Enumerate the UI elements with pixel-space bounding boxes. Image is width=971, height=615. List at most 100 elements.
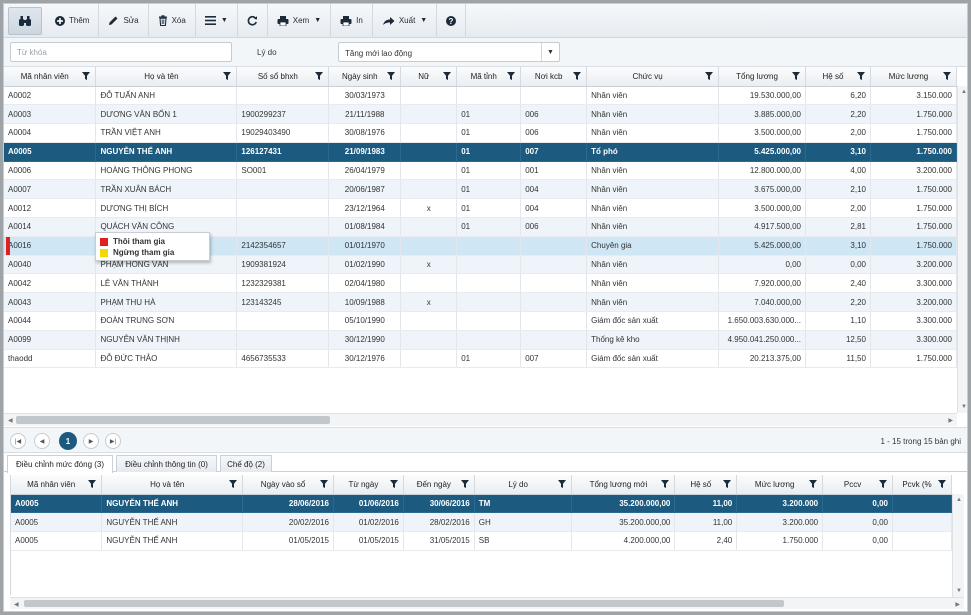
employees-column-header[interactable]: Họ và tên <box>95 67 238 87</box>
table-row[interactable]: A0042 LÊ VĂN THÀNH 1232329381 02/04/1980 Nhâ… <box>4 273 957 294</box>
adjustments-column-header[interactable]: Pccv <box>822 475 893 495</box>
scroll-down-icon[interactable]: ▼ <box>956 588 962 594</box>
adjustments-column-header[interactable]: Từ ngày <box>333 475 404 495</box>
employees-column-header[interactable]: Số sổ bhxh <box>236 67 330 87</box>
export-button[interactable]: Xuất ▼ <box>373 4 438 38</box>
view-button[interactable]: Xem ▼ <box>268 4 332 38</box>
employees-column-header[interactable]: Hệ số <box>805 67 871 87</box>
chevron-down-icon[interactable]: ▼ <box>541 43 559 61</box>
filter-icon[interactable] <box>223 72 232 82</box>
filter-icon[interactable] <box>661 480 670 490</box>
employee-grid-horizontal-scrollbar[interactable]: ◀ ▶ <box>4 413 957 426</box>
filter-icon[interactable] <box>443 72 452 82</box>
table-row[interactable]: A0006 HOÀNG THÔNG PHONG SO001 26/04/1979 01 0… <box>4 161 957 181</box>
adjustments-column-header[interactable]: Hệ số <box>674 475 738 495</box>
filter-icon[interactable] <box>792 72 801 82</box>
first-page-button[interactable]: |◀ <box>10 433 26 449</box>
add-button[interactable]: Thêm <box>46 4 100 38</box>
adjustments-column-header[interactable]: Mức lương <box>736 475 824 495</box>
adjustments-column-header[interactable]: Đến ngày <box>403 475 475 495</box>
tab-benefits[interactable]: Chế độ (2) <box>220 455 272 472</box>
scroll-right-icon[interactable]: ▶ <box>955 601 960 608</box>
filter-icon[interactable] <box>878 480 887 490</box>
tab-salary-adjustments[interactable]: Điều chỉnh mức đóng (3) <box>7 455 113 473</box>
current-page-button[interactable]: 1 <box>59 432 77 450</box>
table-row[interactable]: A0002 ĐỖ TUẤN ANH 30/03/1973 Nhân viên 19.53… <box>4 86 957 106</box>
adjustments-column-header[interactable]: Tổng lương mới <box>571 475 676 495</box>
table-row[interactable]: thaodd ĐỖ ĐỨC THẢO 4656735533 30/12/1976 01 0… <box>4 349 957 369</box>
scrollbar-thumb[interactable] <box>16 416 330 424</box>
search-panel-toggle-button[interactable] <box>8 6 42 35</box>
filter-icon[interactable] <box>82 72 91 82</box>
filter-icon[interactable] <box>809 480 818 490</box>
scroll-down-icon[interactable]: ▼ <box>961 404 967 410</box>
scrollbar-thumb[interactable] <box>24 600 784 607</box>
table-cell: 01/08/1984 <box>328 217 402 237</box>
search-input[interactable] <box>10 42 232 62</box>
employees-column-header[interactable]: Chức vụ <box>586 67 720 87</box>
filter-icon[interactable] <box>856 72 865 82</box>
filter-icon[interactable] <box>705 72 714 82</box>
menu-dropdown-button[interactable]: ▼ <box>196 4 238 38</box>
help-button[interactable]: ? <box>437 4 467 38</box>
filter-icon[interactable] <box>938 480 946 490</box>
table-row[interactable]: A0003 DƯƠNG VĂN BỐN 1 1900299237 21/11/1988… <box>4 104 957 125</box>
reason-select[interactable]: Tăng mới lao động ▼ <box>338 42 560 62</box>
edit-button[interactable]: Sửa <box>99 4 149 38</box>
tab-info-adjustments[interactable]: Điều chỉnh thông tin (0) <box>116 455 217 472</box>
filter-icon[interactable] <box>389 480 398 490</box>
filter-icon[interactable] <box>315 72 324 82</box>
filter-icon[interactable] <box>507 72 516 82</box>
employees-column-header[interactable]: Mã nhân viên <box>4 67 97 87</box>
filter-icon[interactable] <box>319 480 328 490</box>
adjustment-grid-vertical-scrollbar[interactable]: ▲ ▼ <box>952 494 964 597</box>
table-row[interactable]: A0004 TRẦN VIỆT ANH 19029403490 30/08/1976 0… <box>4 123 957 143</box>
employees-column-header[interactable]: Tổng lương <box>718 67 807 87</box>
next-page-button[interactable]: ▶ <box>83 433 99 449</box>
filter-icon[interactable] <box>229 480 238 490</box>
adjustments-column-header[interactable]: Ngày vào sổ <box>242 475 334 495</box>
adjustments-column-header[interactable]: Mã nhân viên <box>11 475 103 495</box>
employees-column-header[interactable]: Ngày sinh <box>328 67 402 87</box>
table-row[interactable]: A0043 PHẠM THU HÀ 123143245 10/09/1988 x Nhân… <box>4 292 957 313</box>
table-row[interactable]: A0007 TRẦN XUÂN BÁCH 20/06/1987 01 004 Nhân v… <box>4 179 957 200</box>
table-row[interactable]: A0012 DƯƠNG THỊ BÍCH 23/12/1964 x 01 004 Nhân … <box>4 198 957 219</box>
employees-column-header[interactable]: Nơi kcb <box>520 67 588 87</box>
adjustment-grid-horizontal-scrollbar[interactable]: ◀ ▶ <box>10 597 964 609</box>
column-header-label: Mức lương <box>888 71 929 81</box>
employees-column-header[interactable]: Nữ <box>400 67 458 87</box>
adjustments-column-header[interactable]: Họ và tên <box>101 475 244 495</box>
print-button[interactable]: In <box>331 4 373 38</box>
table-row[interactable]: A0005 NGUYỄN THẾ ANH 20/02/2016 01/02/2016 2… <box>11 512 952 533</box>
filter-icon[interactable] <box>460 480 469 490</box>
scroll-right-icon[interactable]: ▶ <box>948 417 953 424</box>
table-row[interactable]: A0099 NGUYỄN VĂN THỊNH 30/12/1990 Thống kê … <box>4 330 957 350</box>
filter-icon[interactable] <box>723 480 732 490</box>
table-row[interactable]: A0044 ĐOÀN TRUNG SƠN 05/10/1990 Giám đốc sả… <box>4 311 957 331</box>
last-page-button[interactable]: ▶| <box>105 433 121 449</box>
employee-grid-vertical-scrollbar[interactable]: ▲ ▼ <box>957 86 967 413</box>
delete-button[interactable]: Xóa <box>149 4 196 38</box>
employee-table: Mã nhân viên Họ và tên Số sổ bhxh Ngày sinh… <box>4 67 957 369</box>
table-row[interactable]: A0005 NGUYỄN THẾ ANH 01/05/2015 01/05/2015 3… <box>11 531 952 551</box>
table-row[interactable]: A0005 NGUYỄN THẾ ANH 126127431 21/09/1983 01… <box>4 142 957 162</box>
adjustments-column-header[interactable]: Lý do <box>474 475 573 495</box>
table-cell <box>456 311 522 331</box>
filter-icon[interactable] <box>387 72 396 82</box>
app-window: Thêm Sửa Xóa ▼ Xem ▼ In Xuất ▼ ? Từ khóa… <box>3 3 968 612</box>
refresh-button[interactable] <box>238 4 268 38</box>
table-row[interactable]: A0005 NGUYỄN THẾ ANH 28/06/2016 01/06/2016 3… <box>11 494 952 514</box>
adjustments-column-header[interactable]: Pcvk (% <box>892 475 952 495</box>
scroll-up-icon[interactable]: ▲ <box>956 497 962 503</box>
employees-column-header[interactable]: Mã tỉnh <box>456 67 522 87</box>
scroll-left-icon[interactable]: ◀ <box>8 417 13 424</box>
filter-icon[interactable] <box>88 480 97 490</box>
table-cell: 2,00 <box>805 198 871 219</box>
prev-page-button[interactable]: ◀ <box>34 433 50 449</box>
scroll-up-icon[interactable]: ▲ <box>961 89 967 95</box>
filter-icon[interactable] <box>558 480 567 490</box>
filter-icon[interactable] <box>573 72 582 82</box>
filter-icon[interactable] <box>943 72 951 82</box>
scroll-left-icon[interactable]: ◀ <box>14 601 19 608</box>
employees-column-header[interactable]: Mức lương <box>870 67 957 87</box>
